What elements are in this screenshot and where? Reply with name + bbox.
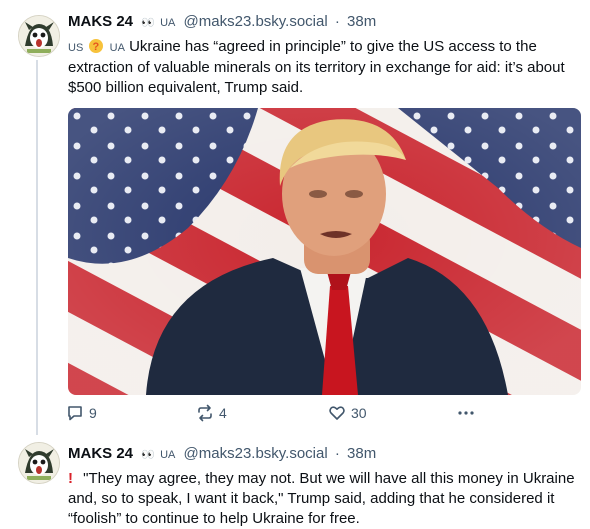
like-icon [329,406,345,420]
eyes-emoji: 👀 [141,17,155,29]
post-header: MAKS 24 👀 UA @maks23.bsky.social · 38m [68,444,578,465]
author-name[interactable]: MAKS 24 [68,445,133,462]
post-body: Ukraine has “agreed in principle” to giv… [68,38,565,96]
post-body: "They may agree, they may not. But we wi… [68,470,575,527]
ua-flag-label: UA [109,42,125,54]
post-time[interactable]: 38m [347,13,376,30]
like-button[interactable]: 30 [328,404,367,422]
post-time[interactable]: 38m [347,445,376,462]
post-text: ! "They may agree, they may not. But we … [68,469,578,529]
author-handle[interactable]: @maks23.bsky.social [184,445,328,462]
post-content: MAKS 24 👀 UA @maks23.bsky.social · 38m !… [68,444,578,529]
repost-count: 4 [219,405,227,421]
exclamation-icon: ! [68,470,73,487]
like-count: 30 [351,405,367,421]
more-icon [458,411,474,415]
author-name[interactable]: MAKS 24 [68,13,133,30]
avatar[interactable] [18,15,60,57]
separator-dot: · [334,445,340,462]
us-flag-label: US [68,42,84,54]
avatar[interactable] [18,442,60,484]
post-text: US UA Ukraine has “agreed in principle” … [68,37,578,98]
author-handle[interactable]: @maks23.bsky.social [184,13,328,30]
post-actions: 9 4 30 [66,404,486,424]
post-header: MAKS 24 👀 UA @maks23.bsky.social · 38m [68,12,578,33]
flag-label: UA [160,17,176,29]
flag-label: UA [160,449,176,461]
eyes-emoji: 👀 [141,449,155,461]
reply-icon [68,406,82,421]
more-options-button[interactable] [456,404,476,422]
repost-button[interactable]: 4 [196,404,227,422]
separator-dot: · [334,13,340,30]
reply-count: 9 [89,405,97,421]
reply-button[interactable]: 9 [66,404,97,422]
repost-icon [198,404,212,422]
post-image[interactable] [68,108,581,395]
confused-face-icon [89,37,104,57]
thread-line [36,60,38,435]
post-content: MAKS 24 👀 UA @maks23.bsky.social · 38m U… [68,12,578,98]
